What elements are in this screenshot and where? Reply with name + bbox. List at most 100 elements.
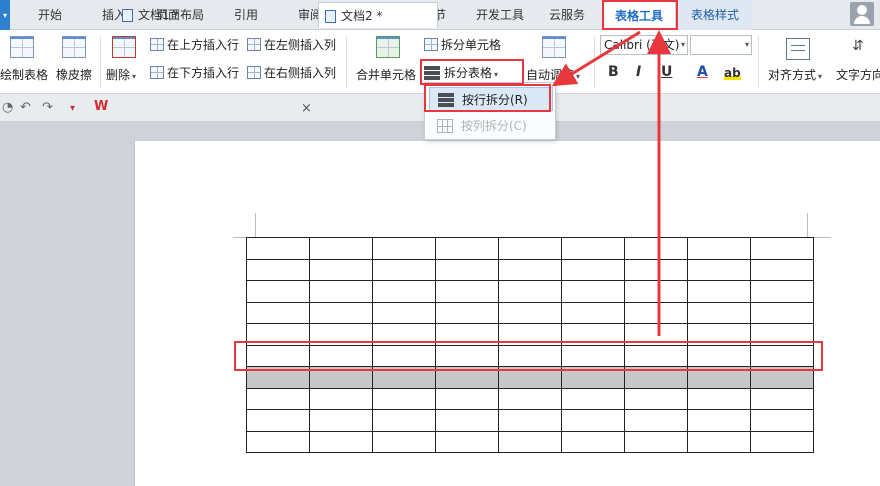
tab-table-tools[interactable]: 表格工具 [602,0,676,31]
table-cell[interactable] [372,237,436,260]
table-cell[interactable] [561,366,625,389]
table-cell[interactable] [246,323,310,346]
table-cell[interactable] [246,366,310,389]
autofit-button[interactable]: 自动调整 ▾ [526,66,580,83]
table-cell[interactable] [435,366,499,389]
table-cell[interactable] [498,280,562,303]
table-cell[interactable] [435,301,499,324]
table-row[interactable] [246,258,814,281]
table-cell[interactable] [246,430,310,453]
table-cell[interactable] [624,366,688,389]
table-cell[interactable] [435,323,499,346]
tab-cloud[interactable]: 云服务 [542,0,592,30]
table-cell[interactable] [561,323,625,346]
table-cell[interactable] [372,301,436,324]
table-cell[interactable] [246,237,310,260]
table-cell[interactable] [498,366,562,389]
table-row[interactable] [246,301,814,324]
table-cell[interactable] [687,301,751,324]
table-cell[interactable] [687,258,751,281]
text-direction-button[interactable]: 文字方向 [836,66,880,83]
table-cell[interactable] [498,387,562,410]
table-cell[interactable] [561,301,625,324]
table-cell[interactable] [561,344,625,367]
table-cell[interactable] [750,387,814,410]
table-cell[interactable] [687,409,751,432]
table-cell[interactable] [624,280,688,303]
table-cell[interactable] [309,409,373,432]
table-cell[interactable] [750,258,814,281]
table-cell[interactable] [246,280,310,303]
table-cell[interactable] [750,301,814,324]
draw-table-button[interactable]: 绘制表格 [0,66,48,83]
table-cell[interactable] [498,409,562,432]
table-cell[interactable] [372,258,436,281]
table-cell[interactable] [309,323,373,346]
table-cell[interactable] [372,409,436,432]
bold-button[interactable]: B [608,64,619,80]
table-cell[interactable] [435,237,499,260]
insert-right-button[interactable]: 在右侧插入列 [247,64,336,81]
table-cell[interactable] [687,280,751,303]
table-cell[interactable] [624,409,688,432]
table-cell[interactable] [246,409,310,432]
table-cell[interactable] [561,430,625,453]
table-row[interactable] [246,387,814,410]
table-cell[interactable] [561,387,625,410]
table-row[interactable] [246,430,814,453]
selected-table-row[interactable] [246,366,814,389]
table-cell[interactable] [309,344,373,367]
table-cell[interactable] [750,430,814,453]
table-cell[interactable] [750,280,814,303]
insert-left-button[interactable]: 在左侧插入列 [247,36,336,53]
table-cell[interactable] [435,280,499,303]
redo-icon[interactable]: ↷ [42,100,53,115]
table-cell[interactable] [309,237,373,260]
undo-icon[interactable]: ↶ [20,100,31,115]
insert-above-button[interactable]: 在上方插入行 [150,36,239,53]
table-cell[interactable] [750,366,814,389]
table-row[interactable] [246,237,814,260]
table-cell[interactable] [687,387,751,410]
table-cell[interactable] [624,387,688,410]
table-cell[interactable] [372,323,436,346]
tab-document-2[interactable]: 文档2 * [318,2,438,28]
table-cell[interactable] [435,344,499,367]
table-cell[interactable] [750,323,814,346]
align-button[interactable]: 对齐方式 ▾ [768,66,822,83]
table-cell[interactable] [309,366,373,389]
merge-cells-button[interactable]: 合并单元格 [356,66,416,83]
customize-quick-access-icon[interactable]: ▾ [70,103,75,114]
eraser-button[interactable]: 橡皮擦 [56,66,92,83]
split-table-button[interactable]: 拆分表格 ▾ [424,64,498,81]
table-cell[interactable] [246,387,310,410]
delete-button[interactable]: 删除 ▾ [106,66,136,83]
table-cell[interactable] [498,301,562,324]
table-cell[interactable] [687,430,751,453]
table-cell[interactable] [624,323,688,346]
table-cell[interactable] [435,430,499,453]
table-cell[interactable] [372,387,436,410]
quick-access-icon[interactable]: ◔ [2,100,13,115]
table-cell[interactable] [498,430,562,453]
split-by-row-item[interactable]: 按行拆分(R) [429,87,553,111]
font-color-button[interactable]: A [697,64,708,80]
table-cell[interactable] [372,280,436,303]
font-name-select[interactable]: Calibri (正文) ▾ [600,35,688,55]
table-cell[interactable] [750,237,814,260]
table-row[interactable] [246,323,814,346]
insert-below-button[interactable]: 在下方插入行 [150,64,239,81]
table-cell[interactable] [435,387,499,410]
document-table[interactable] [246,237,814,453]
table-cell[interactable] [372,366,436,389]
table-cell[interactable] [687,366,751,389]
table-cell[interactable] [498,344,562,367]
table-cell[interactable] [624,258,688,281]
table-cell[interactable] [498,323,562,346]
table-cell[interactable] [561,280,625,303]
table-cell[interactable] [309,387,373,410]
tab-table-style[interactable]: 表格样式 [678,0,752,30]
table-row[interactable] [246,344,814,367]
table-cell[interactable] [561,258,625,281]
table-cell[interactable] [372,430,436,453]
